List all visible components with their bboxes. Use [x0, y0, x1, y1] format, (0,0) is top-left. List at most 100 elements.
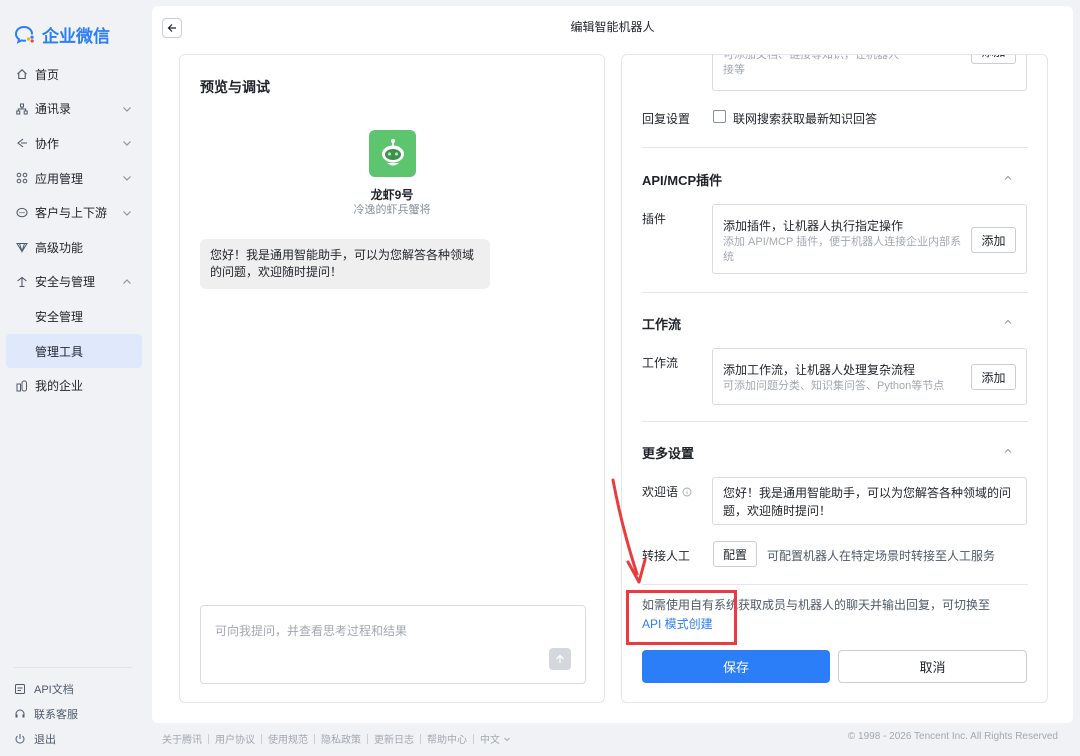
knowledge-box-line1: 可添加文档、链接等知识，让机器人 [723, 54, 899, 61]
doc-icon [14, 683, 26, 695]
plugins-box-title: 添加插件，让机器人执行指定操作 [723, 219, 904, 233]
collab-icon [16, 137, 28, 149]
building-icon [16, 380, 28, 392]
footer-link-help[interactable]: 帮助中心 [427, 731, 467, 746]
logout-label: 退出 [34, 733, 56, 746]
chevron-up-icon [123, 279, 131, 284]
bot-subtitle: 冷逸的虾兵蟹将 [353, 204, 431, 216]
save-button[interactable]: 保存 [642, 650, 830, 683]
power-icon [14, 733, 26, 745]
chevron-up-icon[interactable] [1003, 446, 1013, 456]
plugins-add-button[interactable]: 添加 [971, 227, 1016, 253]
knowledge-add-label: 添加 [981, 55, 1005, 60]
api-docs-link[interactable]: API文档 [14, 676, 132, 701]
arrow-up-icon [556, 654, 564, 663]
divider [642, 421, 1028, 422]
web-search-checkbox[interactable] [713, 110, 726, 123]
plugins-section-title: API/MCP插件 [642, 173, 723, 188]
knowledge-box: 可添加文档、链接等知识，让机器人 接等 添加 [712, 54, 1027, 91]
send-button[interactable] [549, 648, 571, 670]
wecom-logo-icon [14, 25, 34, 44]
chevron-down-icon [123, 106, 131, 112]
footer-link-changelog[interactable]: 更新日志 [374, 731, 414, 746]
home-icon [16, 68, 28, 80]
bot-avatar [369, 130, 416, 177]
sidebar-item-label: 客户与上下游 [35, 206, 108, 221]
chevron-down-icon [123, 141, 131, 147]
sidebar-item-label: 通讯录 [35, 102, 72, 117]
sidebar-item-admin-tools[interactable]: 管理工具 [6, 333, 142, 369]
sidebar-item-apps[interactable]: 应用管理 [6, 161, 142, 196]
knowledge-box-line2: 接等 [723, 64, 745, 76]
contact-support-link[interactable]: 联系客服 [14, 701, 132, 726]
sidebar-item-customers[interactable]: 客户与上下游 [6, 195, 142, 230]
shield-icon [16, 276, 28, 288]
sidebar: 企业微信 首页 通讯录 协作 应用管理 客户与上下游 高级功能 安全与管理 安全… [0, 0, 152, 756]
main-panel: 编辑智能机器人 预览与调试 龙虾9号 冷逸的虾兵蟹将 您好！我是通用智能助手，可… [152, 6, 1073, 723]
contact-support-label: 联系客服 [34, 708, 78, 721]
sidebar-item-advanced[interactable]: 高级功能 [6, 230, 142, 265]
sidebar-item-home[interactable]: 首页 [6, 57, 142, 92]
preview-title: 预览与调试 [200, 79, 270, 95]
logout-link[interactable]: 退出 [14, 726, 132, 751]
headset-icon [14, 708, 26, 720]
org-tree-icon [16, 103, 28, 115]
cancel-button[interactable]: 取消 [838, 650, 1027, 683]
api-docs-label: API文档 [34, 683, 74, 696]
sidebar-item-label: 安全与管理 [35, 275, 96, 290]
chevron-down-icon [123, 176, 131, 181]
sidebar-item-label: 应用管理 [35, 171, 84, 186]
more-settings-title: 更多设置 [642, 446, 695, 461]
web-search-checkbox-label[interactable]: 联网搜索获取最新知识回答 [733, 110, 877, 127]
sidebar-item-label: 首页 [35, 67, 60, 82]
greeting-message: 您好！我是通用智能助手，可以为您解答各种领域的问题，欢迎随时提问！ [200, 239, 490, 289]
chat-bubble-icon [16, 207, 28, 219]
sidebar-item-label: 协作 [35, 136, 60, 151]
app-name: 企业微信 [42, 27, 110, 46]
app-logo[interactable]: 企业微信 [14, 22, 110, 47]
sidebar-nav: 首页 通讯录 协作 应用管理 客户与上下游 高级功能 安全与管理 安全管理 管理… [6, 57, 142, 403]
sidebar-item-security-mgmt[interactable]: 安全管理 [6, 299, 142, 334]
sidebar-item-label: 管理工具 [35, 344, 84, 359]
chevron-up-icon[interactable] [1003, 317, 1013, 327]
workflow-add-button[interactable]: 添加 [971, 364, 1016, 390]
workflow-section-title: 工作流 [642, 317, 682, 332]
workflow-row-label: 工作流 [642, 356, 679, 370]
transfer-config-button[interactable]: 配置 [713, 541, 757, 567]
welcome-text-field[interactable]: 您好！我是通用智能助手，可以为您解答各种领域的问题，欢迎随时提问！ [712, 477, 1027, 525]
sidebar-item-contacts[interactable]: 通讯录 [6, 92, 142, 127]
sidebar-item-label: 我的企业 [35, 379, 84, 394]
transfer-config-label: 配置 [722, 547, 747, 562]
preview-panel: 预览与调试 龙虾9号 冷逸的虾兵蟹将 您好！我是通用智能助手，可以为您解答各种领… [179, 54, 605, 703]
footer-link-terms[interactable]: 用户协议 [215, 731, 255, 746]
annotation-arrow [611, 478, 647, 584]
footer-link-rules[interactable]: 使用规范 [268, 731, 308, 746]
plugins-box-desc: 添加 API/MCP 插件，便于机器人连接企业内部系统 [723, 236, 962, 263]
info-icon[interactable] [682, 487, 692, 497]
sidebar-item-collab[interactable]: 协作 [6, 126, 142, 161]
sidebar-item-security-admin[interactable]: 安全与管理 [6, 265, 142, 300]
divider [642, 147, 1028, 148]
sidebar-bottom: API文档 联系客服 退出 [14, 667, 132, 751]
chevron-up-icon[interactable] [1003, 173, 1013, 183]
workflow-add-label: 添加 [981, 370, 1006, 385]
robot-icon [381, 138, 404, 165]
chat-input[interactable]: 可向我提问，并查看思考过程和结果 [200, 605, 586, 684]
language-select[interactable]: 中文 [480, 731, 511, 746]
language-label: 中文 [480, 735, 500, 746]
knowledge-add-button[interactable]: 添加 [971, 55, 1016, 64]
grid-icon [16, 172, 28, 184]
footer-link-privacy[interactable]: 隐私政策 [321, 731, 361, 746]
workflow-box: 添加工作流，让机器人处理复杂流程 可添加问题分类、知识集问答、Python等节点… [712, 348, 1027, 405]
reply-settings-label: 回复设置 [642, 112, 691, 126]
plugins-row-label: 插件 [642, 212, 667, 226]
plugins-add-label: 添加 [981, 233, 1006, 248]
annotation-highlight-box [626, 590, 737, 645]
plugins-box: 添加插件，让机器人执行指定操作 添加 API/MCP 插件，便于机器人连接企业内… [712, 204, 1027, 274]
transfer-desc: 可配置机器人在特定场景时转接至人工服务 [767, 549, 996, 563]
sidebar-item-my-company[interactable]: 我的企业 [6, 368, 142, 403]
chevron-down-icon [123, 210, 131, 216]
divider [642, 584, 1028, 585]
knowledge-box-desc: 可添加文档、链接等知识，让机器人 接等 [723, 54, 963, 78]
footer-link-about[interactable]: 关于腾讯 [162, 731, 202, 746]
